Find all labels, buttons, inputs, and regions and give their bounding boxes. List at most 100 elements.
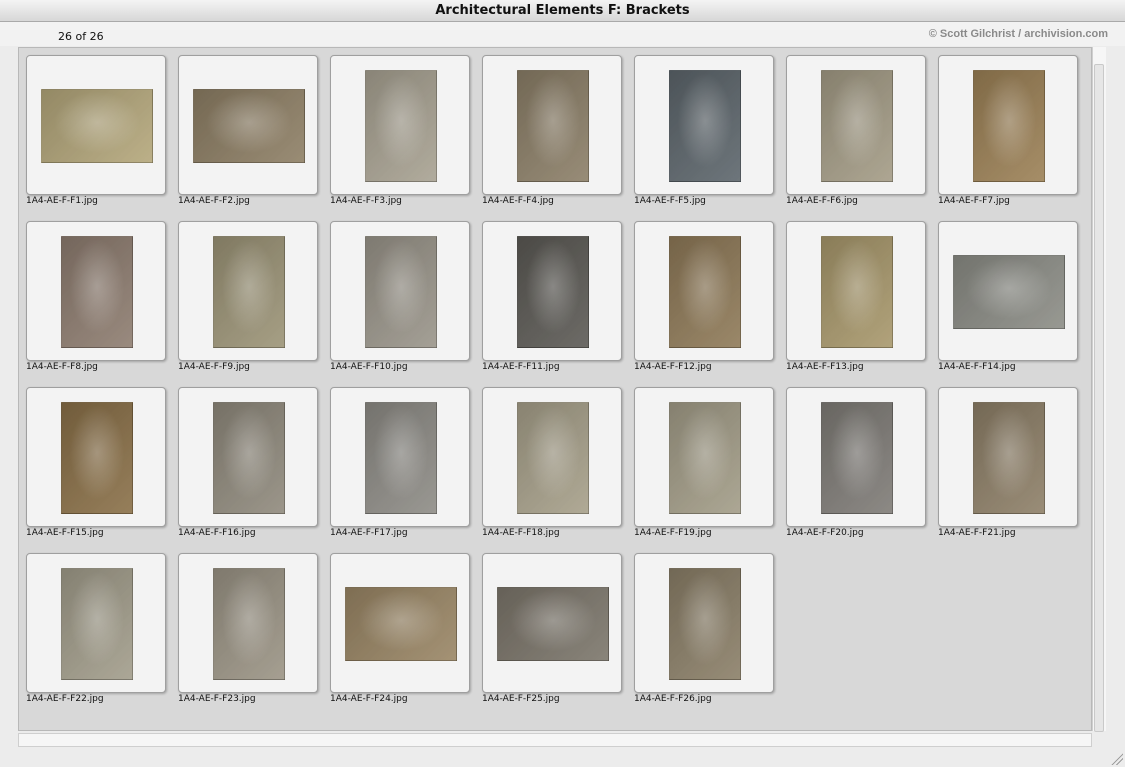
- thumbnail-frame[interactable]: [482, 553, 622, 693]
- thumbnail-image[interactable]: [61, 236, 133, 348]
- thumbnail-frame[interactable]: [938, 387, 1078, 527]
- thumbnail-filename: 1A4-AE-F-F24.jpg: [330, 694, 408, 704]
- thumbnail-filename: 1A4-AE-F-F20.jpg: [786, 528, 864, 538]
- thumbnail-image[interactable]: [41, 89, 153, 163]
- thumbnail-image[interactable]: [669, 70, 741, 182]
- thumbnail-filename: 1A4-AE-F-F3.jpg: [330, 196, 402, 206]
- thumbnail-frame[interactable]: [482, 55, 622, 195]
- thumbnail-frame[interactable]: [330, 387, 470, 527]
- thumbnail-frame[interactable]: [634, 55, 774, 195]
- thumbnail-frame[interactable]: [938, 221, 1078, 361]
- thumbnail-filename: 1A4-AE-F-F19.jpg: [634, 528, 712, 538]
- thumbnail-image[interactable]: [973, 402, 1045, 514]
- thumbnail-filename: 1A4-AE-F-F1.jpg: [26, 196, 98, 206]
- thumbnail-image[interactable]: [669, 568, 741, 680]
- thumbnail-item[interactable]: 1A4-AE-F-F2.jpg: [178, 55, 318, 206]
- thumbnail-image[interactable]: [517, 402, 589, 514]
- thumbnail-filename: 1A4-AE-F-F13.jpg: [786, 362, 864, 372]
- thumbnail-frame[interactable]: [634, 387, 774, 527]
- thumbnail-item[interactable]: 1A4-AE-F-F6.jpg: [786, 55, 926, 206]
- thumbnail-image[interactable]: [821, 70, 893, 182]
- thumbnail-item[interactable]: 1A4-AE-F-F9.jpg: [178, 221, 318, 372]
- thumbnail-item[interactable]: 1A4-AE-F-F24.jpg: [330, 553, 470, 704]
- thumbnail-filename: 1A4-AE-F-F25.jpg: [482, 694, 560, 704]
- thumbnail-item[interactable]: 1A4-AE-F-F8.jpg: [26, 221, 166, 372]
- thumbnail-frame[interactable]: [786, 387, 926, 527]
- thumbnail-frame[interactable]: [26, 55, 166, 195]
- thumbnail-image[interactable]: [61, 402, 133, 514]
- thumbnail-filename: 1A4-AE-F-F18.jpg: [482, 528, 560, 538]
- thumbnail-image[interactable]: [821, 236, 893, 348]
- thumbnail-frame[interactable]: [178, 221, 318, 361]
- thumbnail-item[interactable]: 1A4-AE-F-F26.jpg: [634, 553, 774, 704]
- thumbnail-item[interactable]: 1A4-AE-F-F3.jpg: [330, 55, 470, 206]
- thumbnail-filename: 1A4-AE-F-F10.jpg: [330, 362, 408, 372]
- thumbnail-item[interactable]: 1A4-AE-F-F21.jpg: [938, 387, 1078, 538]
- thumbnail-frame[interactable]: [26, 221, 166, 361]
- thumbnail-filename: 1A4-AE-F-F16.jpg: [178, 528, 256, 538]
- thumbnail-image[interactable]: [517, 236, 589, 348]
- thumbnail-item[interactable]: 1A4-AE-F-F14.jpg: [938, 221, 1078, 372]
- thumbnail-image[interactable]: [821, 402, 893, 514]
- thumbnail-frame[interactable]: [786, 221, 926, 361]
- thumbnail-image[interactable]: [193, 89, 305, 163]
- thumbnail-item[interactable]: 1A4-AE-F-F5.jpg: [634, 55, 774, 206]
- copyright-notice: © Scott Gilchrist / archivision.com: [928, 28, 1108, 40]
- thumbnail-frame[interactable]: [178, 387, 318, 527]
- thumbnail-image[interactable]: [365, 402, 437, 514]
- thumbnail-item[interactable]: 1A4-AE-F-F25.jpg: [482, 553, 622, 704]
- horizontal-scrollbar[interactable]: [18, 733, 1092, 747]
- thumbnail-item[interactable]: 1A4-AE-F-F13.jpg: [786, 221, 926, 372]
- thumbnail-image[interactable]: [213, 236, 285, 348]
- thumbnail-frame[interactable]: [482, 221, 622, 361]
- thumbnail-frame[interactable]: [330, 221, 470, 361]
- thumbnail-image[interactable]: [365, 236, 437, 348]
- thumbnail-item[interactable]: 1A4-AE-F-F11.jpg: [482, 221, 622, 372]
- thumbnail-image[interactable]: [213, 568, 285, 680]
- thumbnail-item[interactable]: 1A4-AE-F-F19.jpg: [634, 387, 774, 538]
- thumbnail-frame[interactable]: [786, 55, 926, 195]
- thumbnail-item[interactable]: 1A4-AE-F-F12.jpg: [634, 221, 774, 372]
- thumbnail-item[interactable]: 1A4-AE-F-F23.jpg: [178, 553, 318, 704]
- thumbnail-item[interactable]: 1A4-AE-F-F20.jpg: [786, 387, 926, 538]
- thumbnail-item[interactable]: 1A4-AE-F-F17.jpg: [330, 387, 470, 538]
- thumbnail-frame[interactable]: [938, 55, 1078, 195]
- thumbnail-filename: 1A4-AE-F-F15.jpg: [26, 528, 104, 538]
- thumbnail-filename: 1A4-AE-F-F26.jpg: [634, 694, 712, 704]
- thumbnail-frame[interactable]: [26, 387, 166, 527]
- thumbnail-item[interactable]: 1A4-AE-F-F10.jpg: [330, 221, 470, 372]
- thumbnail-image[interactable]: [953, 255, 1065, 329]
- thumbnail-image[interactable]: [345, 587, 457, 661]
- thumbnail-item[interactable]: 1A4-AE-F-F4.jpg: [482, 55, 622, 206]
- thumbnail-filename: 1A4-AE-F-F7.jpg: [938, 196, 1010, 206]
- thumbnail-image[interactable]: [669, 402, 741, 514]
- thumbnail-frame[interactable]: [178, 553, 318, 693]
- thumbnail-item[interactable]: 1A4-AE-F-F7.jpg: [938, 55, 1078, 206]
- thumbnail-frame[interactable]: [482, 387, 622, 527]
- thumbnail-image[interactable]: [973, 70, 1045, 182]
- vertical-scroll-thumb[interactable]: [1094, 64, 1104, 732]
- thumbnail-item[interactable]: 1A4-AE-F-F15.jpg: [26, 387, 166, 538]
- window-title: Architectural Elements F: Brackets: [0, 0, 1125, 22]
- thumbnail-item[interactable]: 1A4-AE-F-F18.jpg: [482, 387, 622, 538]
- thumbnail-frame[interactable]: [330, 55, 470, 195]
- resize-grip-icon[interactable]: [1110, 752, 1123, 765]
- thumbnail-frame[interactable]: [634, 221, 774, 361]
- thumbnail-item[interactable]: 1A4-AE-F-F1.jpg: [26, 55, 166, 206]
- thumbnail-image[interactable]: [517, 70, 589, 182]
- thumbnail-filename: 1A4-AE-F-F6.jpg: [786, 196, 858, 206]
- thumbnail-item[interactable]: 1A4-AE-F-F22.jpg: [26, 553, 166, 704]
- thumbnail-image[interactable]: [213, 402, 285, 514]
- thumbnail-image[interactable]: [497, 587, 609, 661]
- thumbnail-item[interactable]: 1A4-AE-F-F16.jpg: [178, 387, 318, 538]
- thumbnail-filename: 1A4-AE-F-F23.jpg: [178, 694, 256, 704]
- thumbnail-filename: 1A4-AE-F-F22.jpg: [26, 694, 104, 704]
- thumbnail-filename: 1A4-AE-F-F11.jpg: [482, 362, 560, 372]
- thumbnail-frame[interactable]: [26, 553, 166, 693]
- thumbnail-image[interactable]: [669, 236, 741, 348]
- thumbnail-image[interactable]: [61, 568, 133, 680]
- thumbnail-frame[interactable]: [330, 553, 470, 693]
- thumbnail-frame[interactable]: [634, 553, 774, 693]
- thumbnail-image[interactable]: [365, 70, 437, 182]
- thumbnail-frame[interactable]: [178, 55, 318, 195]
